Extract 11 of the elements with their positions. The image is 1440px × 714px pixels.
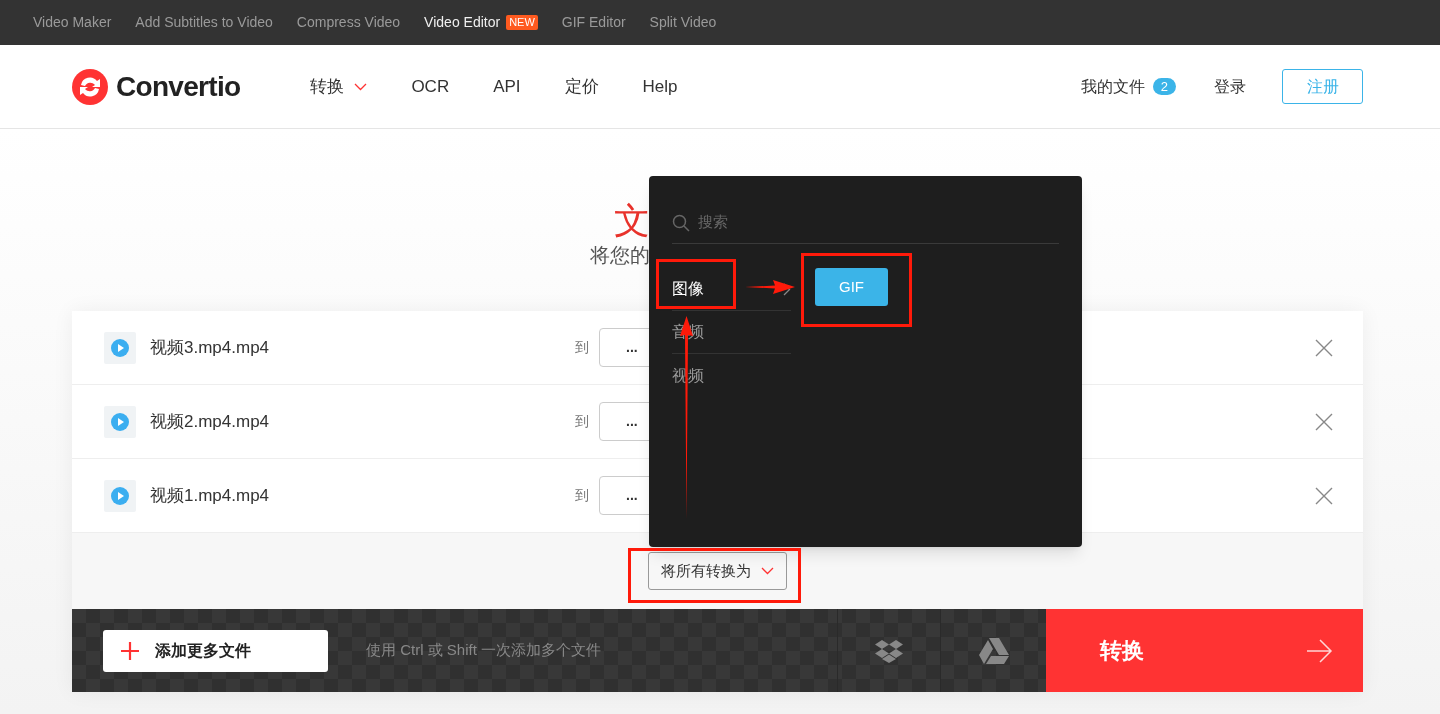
new-badge: NEW	[506, 15, 538, 30]
file-name: 视频2.mp4.mp4	[150, 410, 271, 433]
to-label: 到	[575, 486, 589, 505]
to-label: 到	[575, 338, 589, 357]
page-title: 文	[614, 199, 650, 243]
page-subtitle: 将您的	[590, 243, 650, 268]
count-badge: 2	[1152, 78, 1176, 95]
hint-text: 使用 Ctrl 或 Shift 一次添加多个文件	[366, 640, 601, 661]
file-name: 视频1.mp4.mp4	[150, 484, 271, 507]
file-name: 视频3.mp4.mp4	[150, 336, 271, 359]
to-label: 到	[575, 412, 589, 431]
